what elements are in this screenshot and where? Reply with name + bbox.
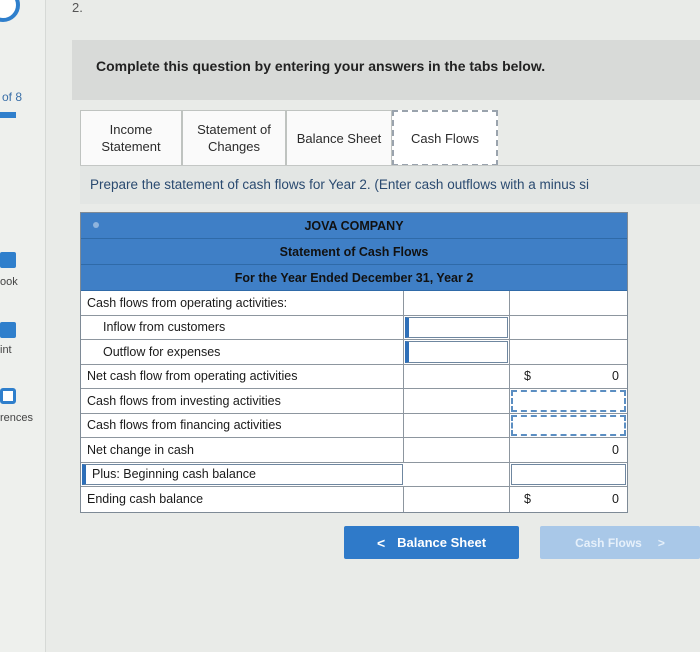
row-label: Inflow from customers	[81, 315, 404, 339]
amount-cell	[404, 413, 510, 437]
page-progress-bar	[0, 112, 16, 118]
investing-total-cell	[510, 389, 627, 413]
tab-balance-sheet[interactable]: Balance Sheet	[286, 110, 392, 166]
total-cell	[510, 291, 627, 315]
tab-label-line1: Statement of	[197, 122, 271, 137]
tab-cash-flows[interactable]: Cash Flows	[392, 110, 498, 166]
row-label: Net change in cash	[81, 438, 404, 462]
tab-income-statement[interactable]: Income Statement	[80, 110, 182, 166]
inflow-customers-amount-cell	[404, 315, 510, 339]
table-row: Net cash flow from operating activities …	[81, 364, 627, 389]
amount-cell	[404, 389, 510, 413]
row-label: Cash flows from operating activities:	[81, 291, 404, 315]
previous-tab-button[interactable]: < Balance Sheet	[344, 526, 519, 559]
amount-cell	[404, 438, 510, 462]
inflow-customers-input[interactable]	[405, 316, 508, 338]
table-row: Cash flows from operating activities:	[81, 291, 627, 316]
table-row: Cash flows from financing activities	[81, 413, 627, 438]
row-label: Cash flows from financing activities	[81, 413, 404, 437]
financing-total-cell	[510, 414, 627, 438]
cash-flow-statement: JOVA COMPANY Statement of Cash Flows For…	[80, 212, 628, 513]
table-row: Net change in cash 0	[81, 438, 627, 463]
net-operating-value: 0	[612, 369, 619, 384]
table-row: Ending cash balance $ 0	[81, 487, 627, 512]
print-icon[interactable]	[0, 322, 16, 338]
chevron-left-icon: <	[376, 534, 386, 551]
row-label: Cash flows from investing activities	[81, 389, 404, 413]
info-dot-icon	[93, 222, 99, 228]
amount-cell	[404, 462, 510, 486]
net-change-value: 0	[612, 442, 619, 457]
tab-statement-of-changes[interactable]: Statement of Changes	[182, 110, 286, 166]
beginning-cash-total-cell	[510, 463, 627, 487]
previous-tab-label: Balance Sheet	[397, 535, 487, 550]
row-label: Ending cash balance	[81, 487, 404, 512]
table-row: Outflow for expenses	[81, 340, 627, 365]
outflow-expenses-input[interactable]	[405, 341, 508, 363]
sidebar-item-ebook[interactable]: ook	[0, 276, 18, 288]
amount-cell	[404, 364, 510, 388]
question-number: 2.	[72, 0, 83, 15]
table-row: Inflow from customers	[81, 315, 627, 340]
statement-title: Statement of Cash Flows	[81, 239, 627, 265]
amount-cell	[404, 291, 510, 315]
tab-label: Balance Sheet	[296, 130, 382, 146]
dollar-sign: $	[524, 492, 531, 507]
total-cell	[510, 316, 627, 340]
statement-period: For the Year Ended December 31, Year 2	[81, 265, 627, 291]
ending-cash-value: 0	[612, 492, 619, 507]
investing-activities-input[interactable]	[511, 390, 626, 412]
ending-cash-total-cell: $ 0	[510, 487, 627, 512]
progress-circle-icon	[0, 0, 20, 22]
next-tab-button[interactable]: Cash Flows >	[540, 526, 700, 559]
row-label: Outflow for expenses	[81, 340, 404, 364]
amount-cell	[404, 487, 510, 512]
page-indicator: of 8	[2, 90, 23, 104]
tab-label-line2: Changes	[207, 139, 261, 154]
row-label: Net cash flow from operating activities	[81, 364, 404, 388]
instruction-text: Complete this question by entering your …	[96, 58, 546, 74]
left-sidebar: of 8 ook int rences	[0, 0, 46, 652]
tab-label: Cash Flows	[411, 130, 479, 146]
net-operating-total-cell: $ 0	[510, 365, 627, 389]
table-row: Plus: Beginning cash balance	[81, 462, 627, 487]
financing-activities-input[interactable]	[511, 414, 626, 436]
net-change-total-cell: 0	[510, 438, 627, 462]
tab-label-line1: Income	[109, 122, 153, 137]
company-name-text: JOVA COMPANY	[304, 218, 404, 233]
answer-tabs: Income Statement Statement of Changes Bala…	[80, 110, 498, 166]
tab-label-line2: Statement	[101, 139, 161, 154]
references-icon[interactable]	[0, 388, 16, 404]
sidebar-item-references[interactable]: rences	[0, 412, 33, 424]
sidebar-item-print[interactable]: int	[0, 344, 12, 356]
total-cell	[510, 340, 627, 364]
table-row: Cash flows from investing activities	[81, 389, 627, 414]
next-tab-label: Cash Flows	[575, 535, 642, 550]
book-icon[interactable]	[0, 252, 16, 268]
dollar-sign: $	[524, 369, 531, 384]
beginning-cash-label-field[interactable]: Plus: Beginning cash balance	[82, 463, 403, 485]
prompt-text: Prepare the statement of cash flows for …	[90, 177, 589, 192]
beginning-cash-input[interactable]	[511, 463, 626, 485]
outflow-expenses-amount-cell	[404, 340, 510, 364]
chevron-right-icon: >	[657, 535, 665, 550]
company-name: JOVA COMPANY	[81, 213, 627, 239]
